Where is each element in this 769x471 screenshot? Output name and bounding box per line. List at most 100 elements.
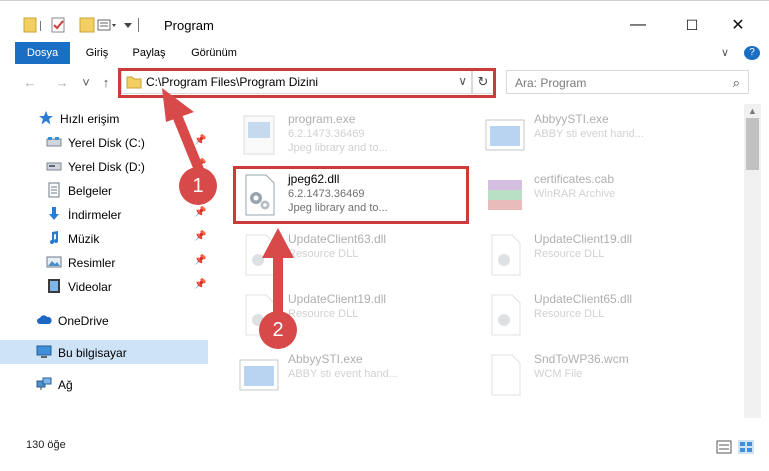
sidebar-item-videos[interactable]: Videolar 📌 — [0, 274, 208, 298]
tab-share[interactable]: Paylaş — [128, 42, 170, 64]
ribbon-tabs: Dosya Giriş Paylaş Görünüm ∨ ? — [0, 42, 769, 64]
file-name: UpdateClient19.dll — [288, 292, 387, 306]
pin-icon: 📌 — [194, 255, 207, 266]
dll-file-icon — [245, 234, 275, 276]
star-icon — [39, 111, 53, 125]
dll-file-icon — [491, 294, 521, 336]
sidebar-item-onedrive[interactable]: OneDrive — [0, 308, 208, 332]
quick-access-icons — [23, 17, 139, 33]
archive-file-icon — [488, 180, 522, 210]
sidebar-item-documents[interactable]: Belgeler 📌 — [0, 178, 208, 202]
file-version: Resource DLL — [534, 308, 605, 320]
sidebar-item-music[interactable]: Müzik 📌 — [0, 226, 208, 250]
sidebar-item-quick-access[interactable]: Hızlı erişim — [0, 106, 208, 130]
search-box[interactable]: Ara: Program ⌕ — [506, 70, 749, 94]
search-icon: ⌕ — [732, 75, 740, 90]
network-icon — [36, 377, 52, 390]
file-item-certificates-cab[interactable]: certificates.cab WinRAR Archive — [482, 168, 722, 226]
recent-locations-button[interactable]: ˅ — [78, 74, 94, 90]
sidebar-label: Bu bilgisayar — [58, 346, 127, 360]
status-bar: 130 öğe — [0, 432, 769, 471]
file-name: UpdateClient63.dll — [288, 232, 387, 246]
file-version: WCM File — [534, 368, 583, 380]
dll-file-icon — [491, 234, 521, 276]
exe-file-icon — [239, 359, 279, 391]
file-version: 6.2.1473.36469 — [288, 128, 365, 140]
sidebar-item-local-disk-d[interactable]: Yerel Disk (D:) 📌 — [0, 154, 208, 178]
sidebar-label: OneDrive — [58, 314, 109, 328]
tab-home[interactable]: Giriş — [80, 42, 114, 64]
ribbon-collapse-icon[interactable]: ∨ — [718, 42, 732, 64]
sidebar-item-this-pc[interactable]: Bu bilgisayar — [0, 340, 208, 364]
file-name: UpdateClient65.dll — [534, 292, 633, 306]
file-list: program.exe 6.2.1473.36469 Jpeg library … — [210, 106, 744, 418]
minimize-button[interactable]: — — [628, 15, 648, 35]
window-title: Program — [164, 18, 214, 33]
up-button[interactable]: ↑ — [98, 74, 114, 90]
tab-view[interactable]: Görünüm — [186, 42, 242, 64]
step-badge-1: 1 — [179, 167, 217, 205]
sidebar-item-pictures[interactable]: Resimler 📌 — [0, 250, 208, 274]
step-badge-2: 2 — [259, 311, 297, 349]
videos-icon — [48, 279, 60, 293]
pin-icon: 📌 — [194, 279, 207, 290]
file-item-program-exe[interactable]: program.exe 6.2.1473.36469 Jpeg library … — [236, 108, 456, 166]
sidebar-label: Müzik — [68, 232, 100, 246]
file-name: certificates.cab — [534, 172, 615, 186]
file-version: WinRAR Archive — [534, 188, 616, 200]
file-name: AbbyySTI.exe — [288, 352, 363, 366]
drive-icon — [46, 162, 62, 171]
forward-button[interactable]: → — [54, 74, 70, 90]
file-version: ABBY sti event hand... — [288, 368, 398, 380]
vertical-scrollbar[interactable]: ▲ — [744, 104, 761, 418]
file-item-updateclient19-dll[interactable]: UpdateClient19.dll Resource DLL — [482, 228, 722, 286]
pin-icon: 📌 — [194, 135, 207, 146]
navigation-pane: Hızlı erişim Yerel Disk (C:) 📌 Yerel Dis… — [0, 106, 208, 416]
address-highlight-box — [118, 68, 496, 98]
pin-icon: 📌 — [194, 207, 207, 218]
sidebar-label: Hızlı erişim — [60, 112, 120, 126]
file-item-abbyysti-exe[interactable]: AbbyySTI.exe ABBY sti event hand... — [482, 108, 722, 166]
file-item-sndtowp36-wcm[interactable]: SndToWP36.wcm WCM File — [482, 348, 722, 406]
file-name: SndToWP36.wcm — [534, 352, 629, 366]
sidebar-label: Yerel Disk (D:) — [68, 160, 145, 174]
sidebar-label: Resimler — [68, 256, 116, 270]
drive-icon — [46, 137, 62, 147]
download-icon — [49, 207, 59, 220]
sidebar-label: Ağ — [58, 378, 73, 392]
sidebar-label: Yerel Disk (C:) — [68, 136, 145, 150]
search-placeholder: Ara: Program — [515, 76, 587, 90]
sidebar-item-network[interactable]: Ağ — [0, 372, 208, 396]
maximize-button[interactable]: ☐ — [682, 15, 702, 35]
pin-icon: 📌 — [194, 231, 207, 242]
back-button[interactable]: ← — [22, 74, 38, 90]
file-name: UpdateClient19.dll — [534, 232, 633, 246]
item-count: 130 öğe — [26, 439, 66, 451]
close-button[interactable]: ✕ — [728, 15, 748, 35]
sidebar-label: Belgeler — [68, 184, 113, 198]
sidebar-item-local-disk-c[interactable]: Yerel Disk (C:) 📌 — [0, 130, 208, 154]
exe-file-icon — [485, 119, 525, 151]
scroll-thumb[interactable] — [746, 118, 759, 170]
help-icon[interactable]: ? — [744, 46, 760, 60]
documents-icon — [48, 182, 60, 198]
file-version: ABBY sti event hand... — [534, 128, 644, 140]
computer-icon — [36, 345, 52, 358]
sidebar-label: Videolar — [68, 280, 112, 294]
details-view-icon[interactable] — [716, 440, 732, 454]
file-item-updateclient65-dll[interactable]: UpdateClient65.dll Resource DLL — [482, 288, 722, 346]
file-name: AbbyySTI.exe — [534, 112, 609, 126]
generic-file-icon — [491, 354, 521, 396]
scroll-up-icon[interactable]: ▲ — [748, 106, 757, 116]
large-icons-view-icon[interactable] — [738, 440, 754, 454]
cloud-icon — [37, 315, 52, 324]
music-icon — [50, 231, 58, 244]
sidebar-label: İndirmeler — [68, 208, 122, 222]
tab-file[interactable]: Dosya — [15, 42, 70, 64]
file-item-updateclient63-dll[interactable]: UpdateClient63.dll Resource DLL — [236, 228, 456, 286]
file-version: Resource DLL — [288, 308, 359, 320]
file-highlight-box — [233, 166, 469, 224]
file-version: Resource DLL — [288, 248, 359, 260]
file-item-abbyysti-exe-2[interactable]: AbbyySTI.exe ABBY sti event hand... — [236, 348, 456, 406]
sidebar-item-downloads[interactable]: İndirmeler 📌 — [0, 202, 208, 226]
